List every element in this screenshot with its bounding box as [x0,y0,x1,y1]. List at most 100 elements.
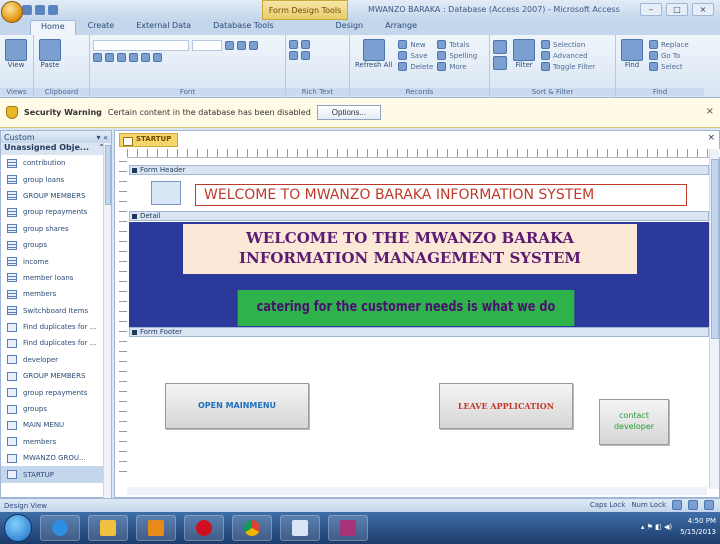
bold-icon[interactable] [93,53,102,62]
taskbar-ie[interactable] [40,515,80,541]
tray-icons[interactable]: ▴ ⚑ ◧ ◀) [641,522,672,533]
nav-item[interactable]: MAIN MENU [1,417,111,433]
selection-button[interactable]: Selection [541,40,595,49]
gridlines-icon[interactable] [153,53,162,62]
leave-application-button[interactable]: LEAVE APPLICATION [439,383,573,429]
chevron-down-icon[interactable]: ▾ « [97,133,108,142]
sort-descending-icon[interactable] [493,56,507,70]
form-header-bar[interactable]: Form Header [129,165,709,175]
form-footer-bar[interactable]: Form Footer [129,327,709,337]
nav-item[interactable]: Find duplicates for ... [1,319,111,335]
nav-item[interactable]: Find duplicates for ... [1,335,111,351]
start-button[interactable] [4,514,32,542]
close-button[interactable]: × [692,3,714,16]
form-view-icon[interactable] [672,500,682,510]
tab-home[interactable]: Home [30,20,76,35]
outdent-icon[interactable] [301,40,310,49]
tab-design[interactable]: Design [325,20,373,35]
taskbar-app[interactable] [280,515,320,541]
align-left-icon[interactable] [225,41,234,50]
align-center-icon[interactable] [237,41,246,50]
nav-item[interactable]: members [1,434,111,450]
goto-button[interactable]: Go To [649,51,689,60]
advanced-button[interactable]: Advanced [541,51,595,60]
nav-item[interactable]: group repayments [1,204,111,220]
close-message-bar-icon[interactable]: × [706,106,714,117]
nav-item[interactable]: income [1,253,111,269]
taskbar-explorer[interactable] [88,515,128,541]
form-horizontal-scrollbar[interactable] [127,487,707,495]
taskbar-media[interactable] [136,515,176,541]
more-button[interactable]: More [437,62,477,71]
office-button[interactable] [1,1,23,23]
clock-time[interactable]: 4:50 PM [680,516,716,527]
align-right-icon[interactable] [249,41,258,50]
logo-image[interactable] [151,181,181,205]
nav-item[interactable]: developer [1,352,111,368]
nav-item[interactable]: group loans [1,171,111,187]
underline-icon[interactable] [117,53,126,62]
nav-scroll-thumb[interactable] [105,145,111,205]
nav-item[interactable]: group shares [1,221,111,237]
spelling-button[interactable]: Spelling [437,51,477,60]
filter-button[interactable]: Filter [513,39,535,93]
nav-item[interactable]: GROUP MEMBERS [1,368,111,384]
close-form-icon[interactable]: × [707,133,715,143]
taskbar-opera[interactable] [184,515,224,541]
form-vscroll-thumb[interactable] [711,159,719,339]
nav-group-header[interactable]: Unassigned Obje... ⌃ [1,143,111,155]
view-button[interactable]: View [5,39,27,69]
fill-color-icon[interactable] [141,53,150,62]
welcome-label[interactable]: WELCOME TO THE MWANZO BARAKA INFORMATION… [183,224,637,274]
font-size-select[interactable] [192,40,222,51]
open-mainmenu-button[interactable]: OPEN MAINMENU [165,383,309,429]
italic-icon[interactable] [105,53,114,62]
nav-item[interactable]: Switchboard Items [1,303,111,319]
nav-item[interactable]: groups [1,401,111,417]
numbering-icon[interactable] [301,51,310,60]
refresh-all-button[interactable]: Refresh All [355,39,392,93]
nav-item[interactable]: group repayments [1,384,111,400]
clock-date[interactable]: 5/15/2013 [680,527,716,538]
bullets-icon[interactable] [289,51,298,60]
layout-view-icon[interactable] [688,500,698,510]
nav-item[interactable]: groups [1,237,111,253]
totals-button[interactable]: Totals [437,40,477,49]
nav-item[interactable]: GROUP MEMBERS [1,188,111,204]
detail-bar[interactable]: Detail [129,211,709,221]
replace-button[interactable]: Replace [649,40,689,49]
tab-create[interactable]: Create [78,20,125,35]
save-record-button[interactable]: Save [398,51,433,60]
select-button[interactable]: Select [649,62,689,71]
security-options-button[interactable]: Options... [316,105,382,120]
undo-icon[interactable] [35,5,45,15]
header-title-label[interactable]: WELCOME TO MWANZO BARAKA INFORMATION SYS… [195,184,687,206]
toggle-filter-button[interactable]: Toggle Filter [541,62,595,71]
nav-item[interactable]: MWANZO GROU... [1,450,111,466]
save-icon[interactable] [22,5,32,15]
sort-ascending-icon[interactable] [493,40,507,54]
nav-item[interactable]: contribution [1,155,111,171]
minimize-button[interactable]: – [640,3,662,16]
tab-arrange[interactable]: Arrange [375,20,427,35]
nav-item[interactable]: STARTUP [1,466,111,483]
font-name-select[interactable] [93,40,189,51]
new-record-button[interactable]: New [398,40,433,49]
design-view-icon[interactable] [704,500,714,510]
nav-item[interactable]: members [1,286,111,302]
maximize-button[interactable]: □ [666,3,688,16]
nav-item[interactable]: member loans [1,270,111,286]
font-color-icon[interactable] [129,53,138,62]
taskbar-access[interactable] [328,515,368,541]
tagline-label[interactable]: catering for the customer needs is what … [237,290,575,326]
tab-external-data[interactable]: External Data [126,20,201,35]
form-vertical-scrollbar[interactable] [709,149,719,489]
contact-developer-button[interactable]: contact developer [599,399,669,445]
nav-header[interactable]: Custom ▾ « [1,131,111,143]
find-button[interactable]: Find [621,39,643,93]
tab-database-tools[interactable]: Database Tools [203,20,283,35]
redo-icon[interactable] [48,5,58,15]
taskbar-chrome[interactable] [232,515,272,541]
indent-icon[interactable] [289,40,298,49]
delete-record-button[interactable]: Delete [398,62,433,71]
